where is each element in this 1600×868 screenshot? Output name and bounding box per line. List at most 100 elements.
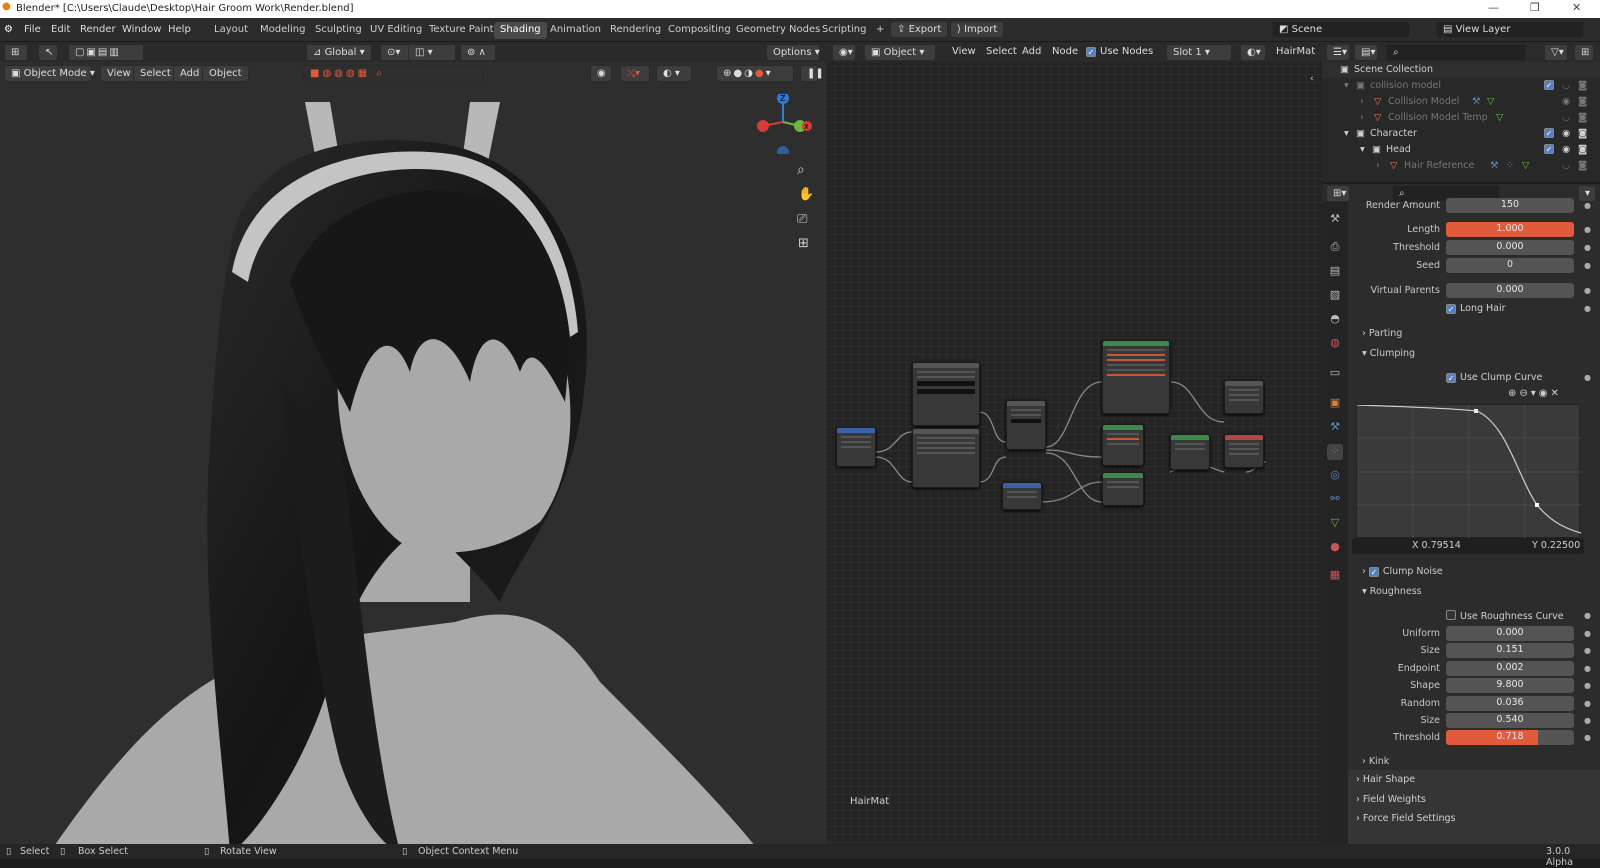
render-tab-icon[interactable]: ⎙ — [1327, 240, 1343, 256]
constraints-tab-icon[interactable]: ⚯ — [1327, 492, 1343, 508]
shape-field[interactable]: 9.800 — [1446, 678, 1574, 693]
keyframe-dot-icon[interactable]: ● — [1584, 716, 1591, 725]
outliner-row-collision-model-temp[interactable]: › ▽ Collision Model Temp ▽ ◡ ◙ — [1322, 110, 1600, 126]
menu-file[interactable]: File — [24, 24, 41, 35]
tab-compositing[interactable]: Compositing — [662, 22, 737, 39]
keyframe-dot-icon[interactable]: ● — [1584, 201, 1591, 210]
shader-node[interactable] — [1102, 472, 1144, 506]
material-browse-icon[interactable]: ◐▾ — [1240, 44, 1266, 61]
camera-render-icon[interactable]: ◙ — [1578, 96, 1587, 107]
view-layer-selector[interactable]: ▤ View Layer — [1436, 21, 1584, 38]
hair-shape-panel-header[interactable]: › Hair Shape — [1356, 774, 1415, 785]
shader-node-editor[interactable]: ◉▾ ▣ Object ▾ View Select Add Node ✓ Use … — [826, 42, 1322, 844]
keyframe-dot-icon[interactable]: ● — [1584, 243, 1591, 252]
tab-uv-editing[interactable]: UV Editing — [364, 22, 428, 39]
uniform-field[interactable]: 0.000 — [1446, 626, 1574, 641]
camera-render-icon[interactable]: ◙ — [1578, 112, 1587, 123]
keyframe-dot-icon[interactable]: ● — [1584, 304, 1591, 313]
properties-type-icon[interactable]: ⊞▾ — [1326, 185, 1350, 202]
keyframe-dot-icon[interactable]: ● — [1584, 373, 1591, 382]
view-layer-tab-icon[interactable]: ▧ — [1327, 288, 1343, 304]
use-nodes-checkbox[interactable]: ✓ — [1086, 47, 1096, 57]
tab-geometry-nodes[interactable]: Geometry Nodes — [730, 22, 826, 39]
slot-dropdown[interactable]: Slot 1 ▾ — [1166, 44, 1232, 61]
shader-node[interactable] — [836, 427, 876, 467]
orientation-dropdown[interactable]: ⊿ Global ▾ — [306, 44, 372, 61]
endpoint-field[interactable]: 0.002 — [1446, 661, 1574, 676]
modifier-tab-icon[interactable]: ⚒ — [1327, 420, 1343, 436]
scene-tab-icon[interactable]: ◓ — [1327, 312, 1343, 328]
keyframe-dot-icon[interactable]: ● — [1584, 629, 1591, 638]
long-hair-row[interactable]: ✓ Long Hair ● — [1348, 301, 1600, 317]
visibility-icon[interactable]: ◉ — [590, 65, 612, 82]
exclude-checkbox[interactable]: ✓ — [1544, 80, 1554, 90]
force-field-settings-panel-header[interactable]: › Force Field Settings — [1356, 813, 1455, 824]
viewport-menu-select[interactable]: Select — [133, 65, 178, 82]
node-menu-node[interactable]: Node — [1046, 44, 1084, 61]
select-tool-icon[interactable]: ↖ — [38, 44, 58, 61]
eye-icon[interactable]: ◉ — [1562, 96, 1570, 107]
node-editor-type-icon[interactable]: ◉▾ — [832, 44, 856, 61]
node-menu-add[interactable]: Add — [1016, 44, 1047, 61]
eye-icon[interactable]: ◡ — [1562, 112, 1570, 123]
eye-icon[interactable]: ◡ — [1562, 80, 1570, 91]
properties-editor[interactable]: ⊞▾ ⌕ ▾ ⚒ ⎙ ▤ ▧ ◓ ◍ ▭ ▣ ⚒ ⁘ ◎ ⚯ ▽ ● ▦ Ren… — [1322, 184, 1600, 844]
menu-window[interactable]: Window — [122, 24, 161, 35]
keyframe-dot-icon[interactable]: ● — [1584, 261, 1591, 270]
seed-field[interactable]: 0 — [1446, 258, 1574, 273]
mode-dropdown[interactable]: ▣ Object Mode ▾ — [4, 65, 95, 82]
pause-icon[interactable]: ❚❚ — [800, 65, 824, 82]
clumping-panel-header[interactable]: ▾ Clumping — [1362, 348, 1415, 359]
editor-type-icon[interactable]: ⊞ — [4, 44, 28, 61]
shader-node[interactable] — [1002, 482, 1042, 510]
long-hair-checkbox[interactable]: ✓ — [1446, 304, 1456, 314]
add-workspace-icon[interactable]: + — [870, 22, 890, 39]
clump-curve-widget[interactable] — [1356, 404, 1582, 539]
scene-selector[interactable]: ◩ Scene — [1272, 21, 1410, 38]
roughness-panel-header[interactable]: ▾ Roughness — [1362, 586, 1422, 597]
roughness-threshold-field[interactable]: 0.718 — [1446, 730, 1574, 745]
navigation-gizmo[interactable]: Z X — [756, 92, 816, 158]
object-tab-icon[interactable]: ▣ — [1327, 396, 1343, 412]
shader-node[interactable] — [1006, 400, 1046, 450]
tab-rendering[interactable]: Rendering — [604, 22, 667, 39]
menu-help[interactable]: Help — [168, 24, 191, 35]
texture-tab-icon[interactable]: ▦ — [1327, 568, 1343, 584]
outliner-row-head[interactable]: ▾ ▣ Head ✓ ◉ ◙ — [1322, 142, 1600, 158]
kink-panel-header[interactable]: › Kink — [1362, 756, 1389, 767]
tab-layout[interactable]: Layout — [208, 22, 254, 39]
keyframe-dot-icon[interactable]: ● — [1584, 681, 1591, 690]
uniform-size-field[interactable]: 0.151 — [1446, 643, 1574, 658]
eye-icon[interactable]: ◉ — [1562, 128, 1570, 139]
tab-texture-paint[interactable]: Texture Paint — [423, 22, 500, 39]
tab-animation[interactable]: Animation — [544, 22, 607, 39]
gizmo-icon[interactable]: ⤯▾ — [620, 65, 650, 82]
zoom-icon[interactable]: ⌕ — [797, 162, 805, 178]
field-weights-panel-header[interactable]: › Field Weights — [1356, 794, 1426, 805]
new-collection-icon[interactable]: ⊞ — [1574, 44, 1594, 61]
outliner-root-row[interactable]: ▣ Scene Collection — [1322, 62, 1600, 78]
use-roughness-curve-row[interactable]: Use Roughness Curve ● — [1348, 608, 1600, 624]
export-button[interactable]: ⇪ Export — [890, 21, 949, 38]
minimize-icon[interactable]: — — [1488, 1, 1499, 14]
material-output-node[interactable] — [1224, 434, 1264, 468]
tab-modeling[interactable]: Modeling — [254, 22, 312, 39]
display-mode-icon[interactable]: ▤▾ — [1354, 44, 1378, 61]
keyframe-dot-icon[interactable]: ● — [1584, 699, 1591, 708]
render-filter-icons[interactable]: ■◍◍◍▦ ⌕ — [303, 65, 483, 82]
outliner-search-input[interactable]: ⌕ — [1386, 44, 1526, 61]
use-nodes-toggle[interactable]: ✓ Use Nodes — [1080, 44, 1159, 61]
tab-scripting[interactable]: Scripting — [816, 22, 872, 39]
eye-icon[interactable]: ◉ — [1562, 144, 1570, 155]
render-amount-field[interactable]: 150 — [1446, 198, 1574, 213]
grid-view-icon[interactable]: ⊞ — [798, 236, 809, 251]
virtual-parents-field[interactable]: 0.000 — [1446, 283, 1574, 298]
filter-icon[interactable]: ▽▾ — [1544, 44, 1568, 61]
shading-mode-icons[interactable]: ⊕●◑●▾ — [716, 65, 794, 82]
keyframe-dot-icon[interactable]: ● — [1584, 286, 1591, 295]
data-tab-icon[interactable]: ▽ — [1327, 516, 1343, 532]
keyframe-dot-icon[interactable]: ● — [1584, 611, 1591, 620]
expand-icon[interactable]: › — [1376, 160, 1380, 171]
outliner-row-hair-reference[interactable]: › ▽ Hair Reference ⚒ ⁘ ▽ ◡ ◙ — [1322, 158, 1600, 174]
tab-shading[interactable]: Shading — [494, 22, 547, 39]
